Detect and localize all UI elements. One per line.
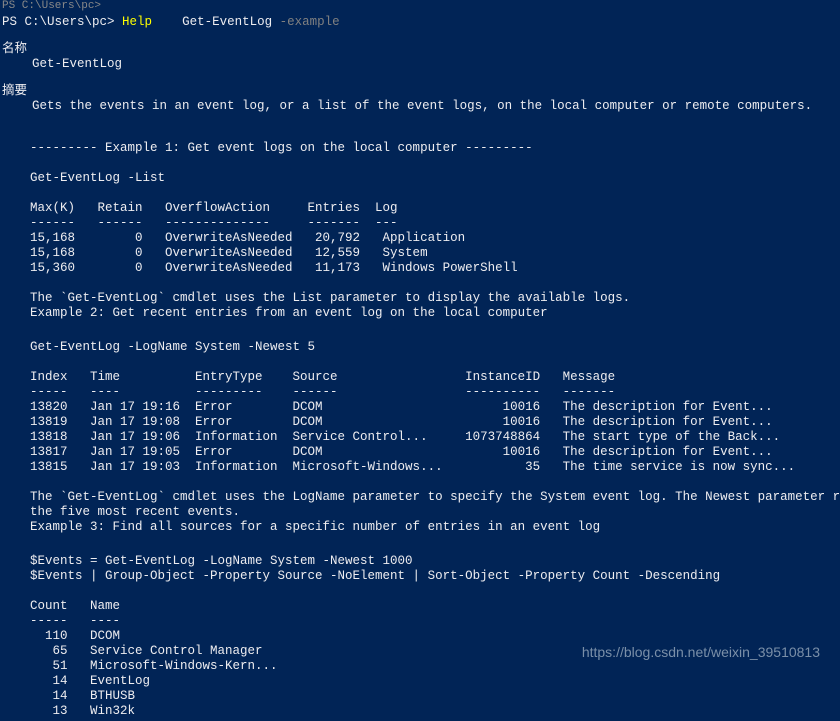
example3-command1: $Events = Get-EventLog -LogName System -… <box>30 554 838 569</box>
name-header: 名称 <box>2 42 838 57</box>
example1-table-sep: ------ ------ -------------- ------- --- <box>30 216 838 231</box>
example3-row: 14 EventLog <box>30 674 838 689</box>
synopsis-section: 摘要 Gets the events in an event log, or a… <box>0 82 840 116</box>
watermark-text: https://blog.csdn.net/weixin_39510813 <box>582 644 820 661</box>
example1-table-headers: Max(K) Retain OverflowAction Entries Log <box>30 201 838 216</box>
example3-row: 51 Microsoft-Windows-Kern... <box>30 659 838 674</box>
example3-command2: $Events | Group-Object -Property Source … <box>30 569 838 584</box>
cmdlet-param: -example <box>280 15 340 29</box>
example2-row: 13820 Jan 17 19:16 Error DCOM 10016 The … <box>30 400 838 415</box>
prompt-path: PS C:\Users\pc> <box>2 15 115 29</box>
example1-command: Get-EventLog -List <box>30 171 838 186</box>
synopsis-header: 摘要 <box>2 84 838 99</box>
cmdlet-name: Get-EventLog <box>182 15 272 29</box>
terminal-output: PS C:\Users\pc> PS C:\Users\pc> Help Get… <box>0 0 840 721</box>
example2-note: the five most recent events. <box>30 505 838 520</box>
example2-section: Get-EventLog -LogName System -Newest 5 I… <box>0 338 840 537</box>
example1-section: --------- Example 1: Get event logs on t… <box>0 139 840 323</box>
example1-row: 15,168 0 OverwriteAsNeeded 20,792 Applic… <box>30 231 838 246</box>
command-prompt-line[interactable]: PS C:\Users\pc> Help Get-EventLog -examp… <box>0 13 840 32</box>
example1-header: --------- Example 1: Get event logs on t… <box>30 141 838 156</box>
truncated-prompt: PS C:\Users\pc> <box>0 0 840 13</box>
example3-row: 110 DCOM <box>30 629 838 644</box>
example3-section: $Events = Get-EventLog -LogName System -… <box>0 552 840 721</box>
example3-row: 14 BTHUSB <box>30 689 838 704</box>
example2-row: 13815 Jan 17 19:03 Information Microsoft… <box>30 460 838 475</box>
example3-intro: Example 3: Find all sources for a specif… <box>30 520 838 535</box>
example3-table-headers: Count Name <box>30 599 838 614</box>
example2-table-headers: Index Time EntryType Source InstanceID M… <box>30 370 838 385</box>
example1-row: 15,360 0 OverwriteAsNeeded 11,173 Window… <box>30 261 838 276</box>
example3-row: 13 Win32k <box>30 704 838 719</box>
example2-note: The `Get-EventLog` cmdlet uses the LogNa… <box>30 490 838 505</box>
name-value: Get-EventLog <box>2 57 838 72</box>
example3-table-sep: ----- ---- <box>30 614 838 629</box>
example2-row: 13819 Jan 17 19:08 Error DCOM 10016 The … <box>30 415 838 430</box>
synopsis-value: Gets the events in an event log, or a li… <box>2 99 838 114</box>
help-command: Help <box>122 15 152 29</box>
example2-row: 13818 Jan 17 19:06 Information Service C… <box>30 430 838 445</box>
example1-note: The `Get-EventLog` cmdlet uses the List … <box>30 291 838 306</box>
example2-command: Get-EventLog -LogName System -Newest 5 <box>30 340 838 355</box>
name-section: 名称 Get-EventLog <box>0 40 840 74</box>
example2-row: 13817 Jan 17 19:05 Error DCOM 10016 The … <box>30 445 838 460</box>
example2-intro: Example 2: Get recent entries from an ev… <box>30 306 838 321</box>
example1-row: 15,168 0 OverwriteAsNeeded 12,559 System <box>30 246 838 261</box>
example2-table-sep: ----- ---- --------- ------ ---------- -… <box>30 385 838 400</box>
